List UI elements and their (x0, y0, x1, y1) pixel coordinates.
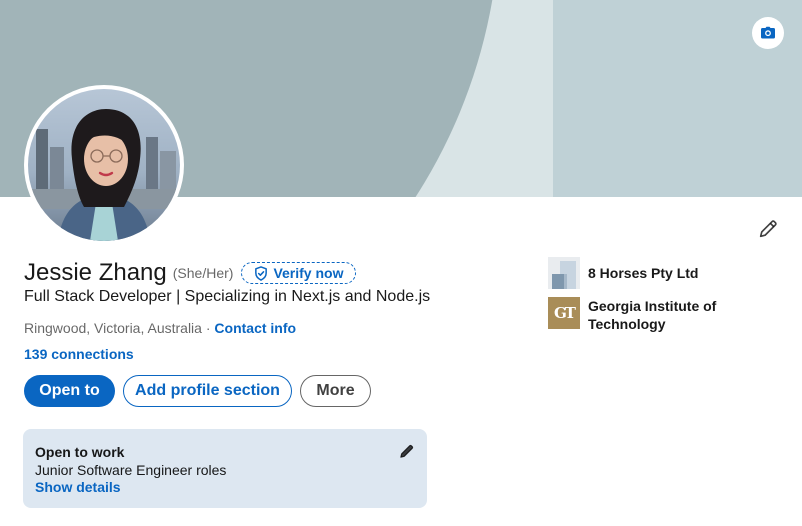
show-details-link[interactable]: Show details (35, 479, 121, 495)
shield-check-icon (255, 265, 268, 281)
more-button[interactable]: More (300, 375, 371, 407)
contact-info-link[interactable]: Contact info (214, 320, 296, 336)
connections-link[interactable]: 139 connections (24, 346, 134, 362)
open-to-button[interactable]: Open to (24, 375, 115, 407)
profile-pronouns: (She/Her) (172, 265, 234, 281)
pencil-icon (399, 444, 413, 458)
edit-intro-button[interactable] (752, 213, 784, 245)
profile-avatar[interactable] (24, 85, 184, 245)
company-logo (548, 257, 580, 289)
profile-location: Ringwood, Victoria, Australia (24, 320, 202, 336)
education-school[interactable]: GT Georgia Institute of Technology (548, 297, 738, 333)
open-to-work-roles: Junior Software Engineer roles (35, 462, 227, 478)
edit-banner-button[interactable] (752, 17, 784, 49)
location-row: Ringwood, Victoria, Australia · Contact … (24, 320, 296, 336)
company-name: 8 Horses Pty Ltd (588, 265, 699, 281)
profile-name: Jessie Zhang (24, 259, 167, 286)
verify-now-label: Verify now (273, 265, 344, 281)
open-to-work-title: Open to work (35, 444, 125, 460)
profile-headline: Full Stack Developer | Specializing in N… (24, 288, 431, 305)
pencil-icon (759, 220, 777, 238)
school-logo-text: GT (554, 304, 576, 322)
name-row: Jessie Zhang (She/Her) Verify now (24, 258, 357, 288)
profile-photo (28, 89, 180, 241)
verify-now-button[interactable]: Verify now (241, 262, 357, 284)
add-profile-section-button[interactable]: Add profile section (123, 375, 292, 407)
school-name: Georgia Institute of Technology (588, 298, 717, 332)
open-to-work-card: Open to work Junior Software Engineer ro… (23, 429, 427, 508)
edit-open-to-work-button[interactable] (395, 440, 417, 462)
school-logo: GT (548, 297, 580, 329)
camera-icon (761, 26, 775, 39)
location-separator: · (201, 320, 215, 336)
current-company[interactable]: 8 Horses Pty Ltd (548, 257, 738, 289)
